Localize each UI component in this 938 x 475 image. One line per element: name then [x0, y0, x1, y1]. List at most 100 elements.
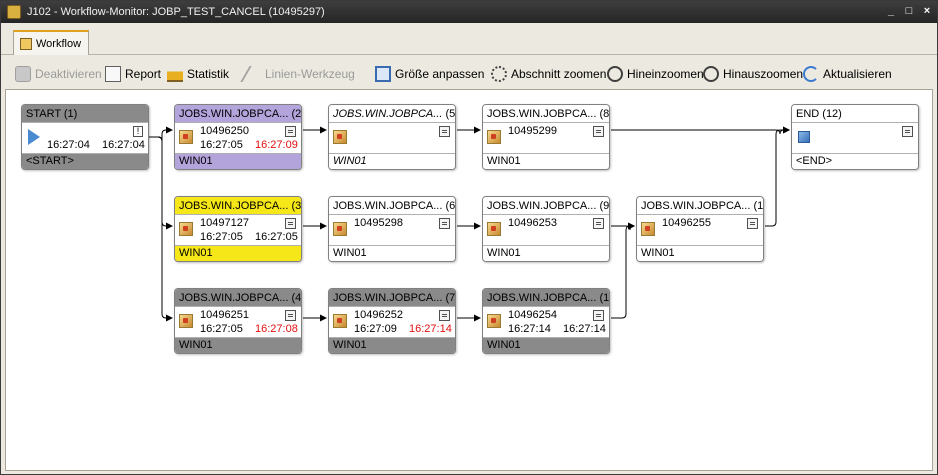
run-id: 10495299: [508, 125, 557, 137]
node-agent: WIN01: [175, 245, 301, 261]
node-title-text: JOBS.WIN.JOBPCA...: [179, 108, 289, 120]
deactivate-button[interactable]: Deaktivieren: [15, 63, 102, 85]
node-title: JOBS.WIN.JOBPCA... (4): [175, 289, 301, 307]
node-title: JOBS.WIN.JOBPCA... (11): [637, 197, 763, 215]
job-icon: [333, 222, 347, 236]
node-start-time: 16:27:05: [200, 139, 243, 151]
app-icon: [7, 5, 21, 19]
node-title: JOBS.WIN.JOBPCA... (2): [175, 105, 301, 123]
fit-size-button[interactable]: Größe anpassen: [375, 63, 484, 85]
node-footer: <START>: [22, 153, 148, 169]
close-icon[interactable]: ×: [921, 5, 933, 17]
run-id: 10496252: [354, 309, 403, 321]
node-job-3[interactable]: JOBS.WIN.JOBPCA... (3) 10497127 16:27:05…: [174, 196, 302, 262]
note-icon[interactable]: [593, 310, 604, 321]
report-label: Report: [125, 67, 162, 81]
node-job-8[interactable]: JOBS.WIN.JOBPCA... (8) 10495299 WIN01: [482, 104, 610, 170]
node-title: JOBS.WIN.JOBPCA... (3): [175, 197, 301, 215]
run-id: 10495298: [354, 217, 403, 229]
minimize-icon[interactable]: _: [885, 5, 897, 17]
node-title: JOBS.WIN.JOBPCA... (6): [329, 197, 455, 215]
node-agent: WIN01: [483, 245, 609, 261]
note-icon[interactable]: [902, 126, 913, 137]
node-start-time: 16:27:05: [200, 323, 243, 335]
window-controls: _ □ ×: [885, 5, 933, 17]
note-icon[interactable]: [747, 218, 758, 229]
note-icon[interactable]: [439, 310, 450, 321]
zoom-section-label: Abschnitt zoomen: [511, 67, 607, 81]
node-agent: WIN01: [175, 153, 301, 169]
node-agent: WIN01: [329, 245, 455, 261]
zoom-section-button[interactable]: Abschnitt zoomen: [491, 63, 606, 85]
node-job-9[interactable]: JOBS.WIN.JOBPCA... (9) 10496253 WIN01: [482, 196, 610, 262]
zoom-out-button[interactable]: Hinauszoomen: [703, 63, 803, 85]
note-icon[interactable]: [593, 126, 604, 137]
zoom-out-label: Hinauszoomen: [723, 67, 804, 81]
node-job-6[interactable]: JOBS.WIN.JOBPCA... (6) 10495298 WIN01: [328, 196, 456, 262]
node-end-time: 16:27:09: [255, 139, 298, 151]
zoom-section-icon: [491, 66, 507, 82]
run-id: 10496250: [200, 125, 249, 137]
report-button[interactable]: Report: [105, 63, 161, 85]
node-number: (10): [599, 292, 610, 304]
job-icon: [333, 314, 347, 328]
line-tool-label: Linien-Werkzeug: [265, 67, 355, 81]
run-id: 10496254: [508, 309, 557, 321]
node-number: (5): [445, 108, 456, 120]
note-icon[interactable]: [285, 310, 296, 321]
job-icon: [179, 130, 193, 144]
statistics-button[interactable]: Statistik: [167, 63, 229, 85]
tab-strip: Workflow: [1, 23, 937, 55]
node-title: JOBS.WIN.JOBPCA... (10): [483, 289, 609, 307]
job-icon: [179, 222, 193, 236]
fit-size-icon: [375, 66, 391, 82]
note-icon[interactable]: [439, 126, 450, 137]
node-end[interactable]: END (12) <END>: [791, 104, 919, 170]
job-icon: [487, 314, 501, 328]
job-icon: [487, 130, 501, 144]
edge-9-11: [611, 222, 635, 231]
node-job-10[interactable]: JOBS.WIN.JOBPCA... (10) 10496254 16:27:1…: [482, 288, 610, 354]
note-icon[interactable]: [285, 218, 296, 229]
edge-10-11: [611, 222, 635, 319]
note-icon[interactable]: [593, 218, 604, 229]
line-tool-icon: [240, 66, 266, 82]
node-agent: WIN01: [175, 337, 301, 353]
note-icon[interactable]: [285, 126, 296, 137]
node-number: (6): [445, 200, 456, 212]
zoom-in-label: Hineinzoomen: [627, 67, 704, 81]
run-id: 10497127: [200, 217, 249, 229]
node-job-11[interactable]: JOBS.WIN.JOBPCA... (11) 10496255 WIN01: [636, 196, 764, 262]
node-start-time: 16:27:04: [47, 139, 90, 151]
node-job-7[interactable]: JOBS.WIN.JOBPCA... (7) 10496252 16:27:09…: [328, 288, 456, 354]
tab-workflow[interactable]: Workflow: [13, 30, 89, 55]
play-icon: [28, 129, 40, 145]
workflow-canvas[interactable]: START (1) ! 16:27:04 16:27:04 <START> JO…: [5, 89, 933, 471]
workflow-icon: [20, 37, 32, 50]
node-agent: WIN01: [329, 337, 455, 353]
node-footer: <END>: [792, 153, 918, 169]
zoom-out-icon: [703, 66, 719, 82]
note-icon[interactable]: [439, 218, 450, 229]
node-end-time: 16:27:14: [563, 323, 606, 335]
zoom-in-button[interactable]: Hineinzoomen: [607, 63, 704, 85]
report-icon: [105, 66, 121, 82]
node-title: JOBS.WIN.JOBPCA... (7): [329, 289, 455, 307]
node-job-4[interactable]: JOBS.WIN.JOBPCA... (4) 10496251 16:27:05…: [174, 288, 302, 354]
node-job-2[interactable]: JOBS.WIN.JOBPCA... (2) 10496250 16:27:05…: [174, 104, 302, 170]
node-number: (9): [599, 200, 610, 212]
fit-size-label: Größe anpassen: [395, 67, 485, 81]
node-end-time: 16:27:08: [255, 323, 298, 335]
node-start-time: 16:27:05: [200, 231, 243, 243]
node-job-5[interactable]: JOBS.WIN.JOBPCA... (5) WIN01: [328, 104, 456, 170]
node-number: (2): [291, 108, 302, 120]
node-number: (4): [291, 292, 302, 304]
refresh-button[interactable]: Aktualisieren: [803, 63, 892, 85]
node-start-time: 16:27:14: [508, 323, 551, 335]
maximize-icon[interactable]: □: [903, 5, 915, 17]
toolbar: Deaktivieren Report Statistik Linien-Wer…: [1, 59, 937, 89]
line-tool-button[interactable]: Linien-Werkzeug: [240, 63, 355, 85]
node-agent: WIN01: [483, 337, 609, 353]
node-start[interactable]: START (1) ! 16:27:04 16:27:04 <START>: [21, 104, 149, 170]
job-icon: [641, 222, 655, 236]
